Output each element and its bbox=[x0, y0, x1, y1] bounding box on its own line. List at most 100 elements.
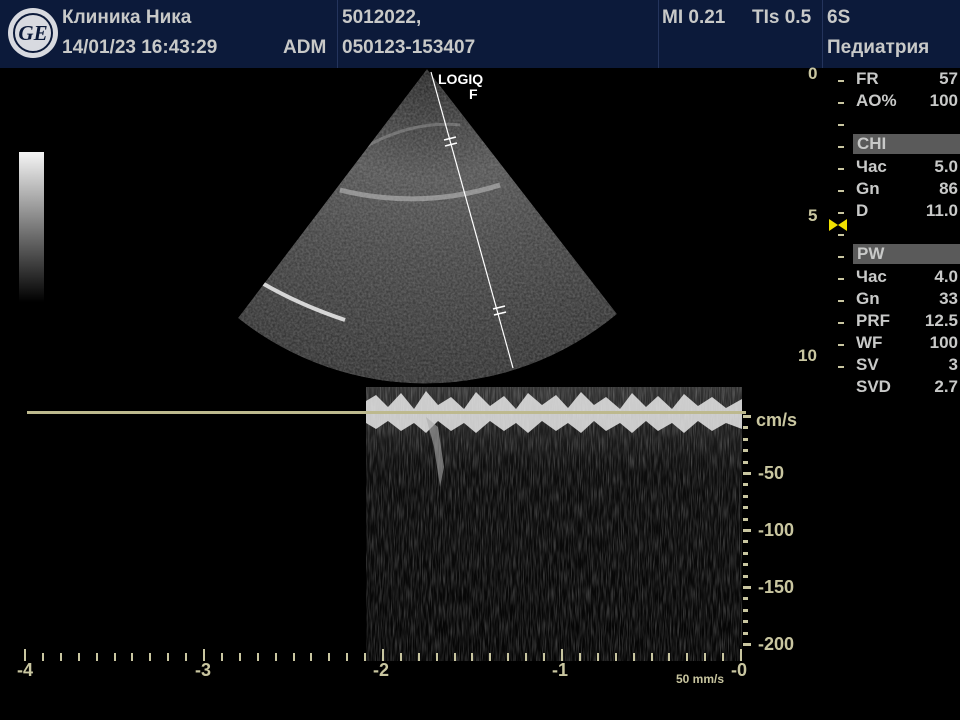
time-tick bbox=[239, 653, 241, 661]
time-tick bbox=[185, 653, 187, 661]
focus-letter: F bbox=[469, 86, 478, 102]
depth-tick bbox=[838, 234, 844, 236]
time-tick bbox=[471, 653, 473, 661]
pw-wf-label: WF bbox=[856, 333, 883, 352]
velocity-tick bbox=[743, 609, 748, 612]
time-tick bbox=[668, 653, 670, 661]
pw-sv-label: SV bbox=[856, 355, 879, 374]
velocity-tick bbox=[743, 518, 748, 521]
time-tick bbox=[651, 653, 653, 661]
velocity-tick bbox=[743, 438, 748, 441]
pw-freq-label: Час bbox=[856, 267, 887, 286]
time-label-4: -4 bbox=[17, 660, 34, 680]
velocity-tick bbox=[743, 632, 748, 635]
time-tick bbox=[24, 649, 26, 661]
pw-freq-value: 4.0 bbox=[934, 267, 958, 286]
velocity-tick bbox=[743, 415, 751, 418]
time-tick bbox=[436, 653, 438, 661]
velocity-tick bbox=[743, 620, 748, 623]
time-tick bbox=[131, 653, 133, 661]
velocity-tick bbox=[743, 597, 748, 600]
depth-tick bbox=[838, 322, 844, 324]
time-tick bbox=[203, 649, 205, 661]
depth-tick bbox=[838, 102, 844, 104]
depth-tick bbox=[838, 146, 844, 148]
brand-label: LOGIQ bbox=[438, 71, 484, 87]
velocity-tick bbox=[743, 643, 751, 646]
time-tick bbox=[257, 653, 259, 661]
time-label-2: -2 bbox=[373, 660, 390, 680]
depth-tick bbox=[838, 278, 844, 280]
time-tick bbox=[454, 653, 456, 661]
time-tick bbox=[328, 653, 330, 661]
pw-prf-label: PRF bbox=[856, 311, 890, 330]
depth-label-10: 10 bbox=[798, 346, 817, 365]
velocity-tick bbox=[743, 449, 748, 452]
time-tick bbox=[740, 649, 742, 661]
velocity-tick bbox=[743, 483, 748, 486]
time-tick bbox=[78, 653, 80, 661]
chi-depth-label: D bbox=[856, 201, 869, 220]
doppler-spectrum bbox=[366, 387, 742, 661]
depth-tick bbox=[838, 168, 844, 170]
depth-tick bbox=[838, 212, 844, 214]
bmode-sector-image bbox=[238, 69, 617, 384]
velocity-label-150: -150 bbox=[758, 577, 795, 597]
time-tick bbox=[525, 653, 527, 661]
time-tick bbox=[149, 653, 151, 661]
pw-sv-value: 3 bbox=[948, 355, 958, 374]
velocity-unit: cm/s bbox=[756, 410, 798, 430]
time-tick bbox=[722, 653, 724, 661]
time-tick bbox=[60, 653, 62, 661]
chi-gain-value: 86 bbox=[939, 179, 958, 198]
chi-section-header: CHI bbox=[853, 134, 960, 154]
depth-tick bbox=[838, 190, 844, 192]
time-label-1: -1 bbox=[552, 660, 569, 680]
time-tick bbox=[310, 653, 312, 661]
param-fr-value: 57 bbox=[939, 69, 958, 88]
time-tick bbox=[704, 653, 706, 661]
pw-section-header: PW bbox=[853, 244, 960, 264]
time-tick bbox=[400, 653, 402, 661]
time-tick bbox=[346, 653, 348, 661]
time-tick bbox=[96, 653, 98, 661]
depth-tick bbox=[838, 344, 844, 346]
pw-wf-value: 100 bbox=[929, 333, 958, 352]
velocity-tick bbox=[743, 495, 748, 498]
doppler-baseline bbox=[27, 411, 746, 414]
param-fr-label: FR bbox=[856, 69, 879, 88]
velocity-label-100: -100 bbox=[758, 520, 795, 540]
chi-title: CHI bbox=[857, 134, 887, 153]
time-tick bbox=[543, 653, 545, 661]
sweep-speed: 50 mm/s bbox=[676, 672, 725, 686]
pw-gain-label: Gn bbox=[856, 289, 880, 308]
pw-svd-value: 2.7 bbox=[934, 377, 958, 396]
velocity-tick bbox=[743, 552, 748, 555]
velocity-tick bbox=[743, 506, 748, 509]
time-label-0: -0 bbox=[731, 660, 748, 680]
depth-tick bbox=[838, 300, 844, 302]
time-tick bbox=[561, 649, 563, 661]
time-tick bbox=[597, 653, 599, 661]
focus-marker-icon bbox=[829, 219, 847, 231]
time-tick bbox=[275, 653, 277, 661]
time-tick bbox=[221, 653, 223, 661]
velocity-tick bbox=[743, 472, 751, 475]
time-tick bbox=[167, 653, 169, 661]
velocity-tick bbox=[743, 563, 748, 566]
chi-freq-value: 5.0 bbox=[934, 157, 958, 176]
velocity-tick bbox=[743, 540, 748, 543]
velocity-label-200: -200 bbox=[758, 634, 795, 654]
time-tick bbox=[615, 653, 617, 661]
time-label-3: -3 bbox=[195, 660, 212, 680]
depth-tick bbox=[838, 366, 844, 368]
depth-tick bbox=[838, 256, 844, 258]
velocity-tick bbox=[743, 575, 748, 578]
time-tick bbox=[114, 653, 116, 661]
time-tick bbox=[364, 653, 366, 661]
pw-prf-value: 12.5 bbox=[924, 311, 958, 330]
velocity-tick bbox=[743, 529, 751, 532]
time-tick bbox=[633, 653, 635, 661]
param-ao-value: 100 bbox=[929, 91, 958, 110]
velocity-tick bbox=[743, 461, 748, 464]
